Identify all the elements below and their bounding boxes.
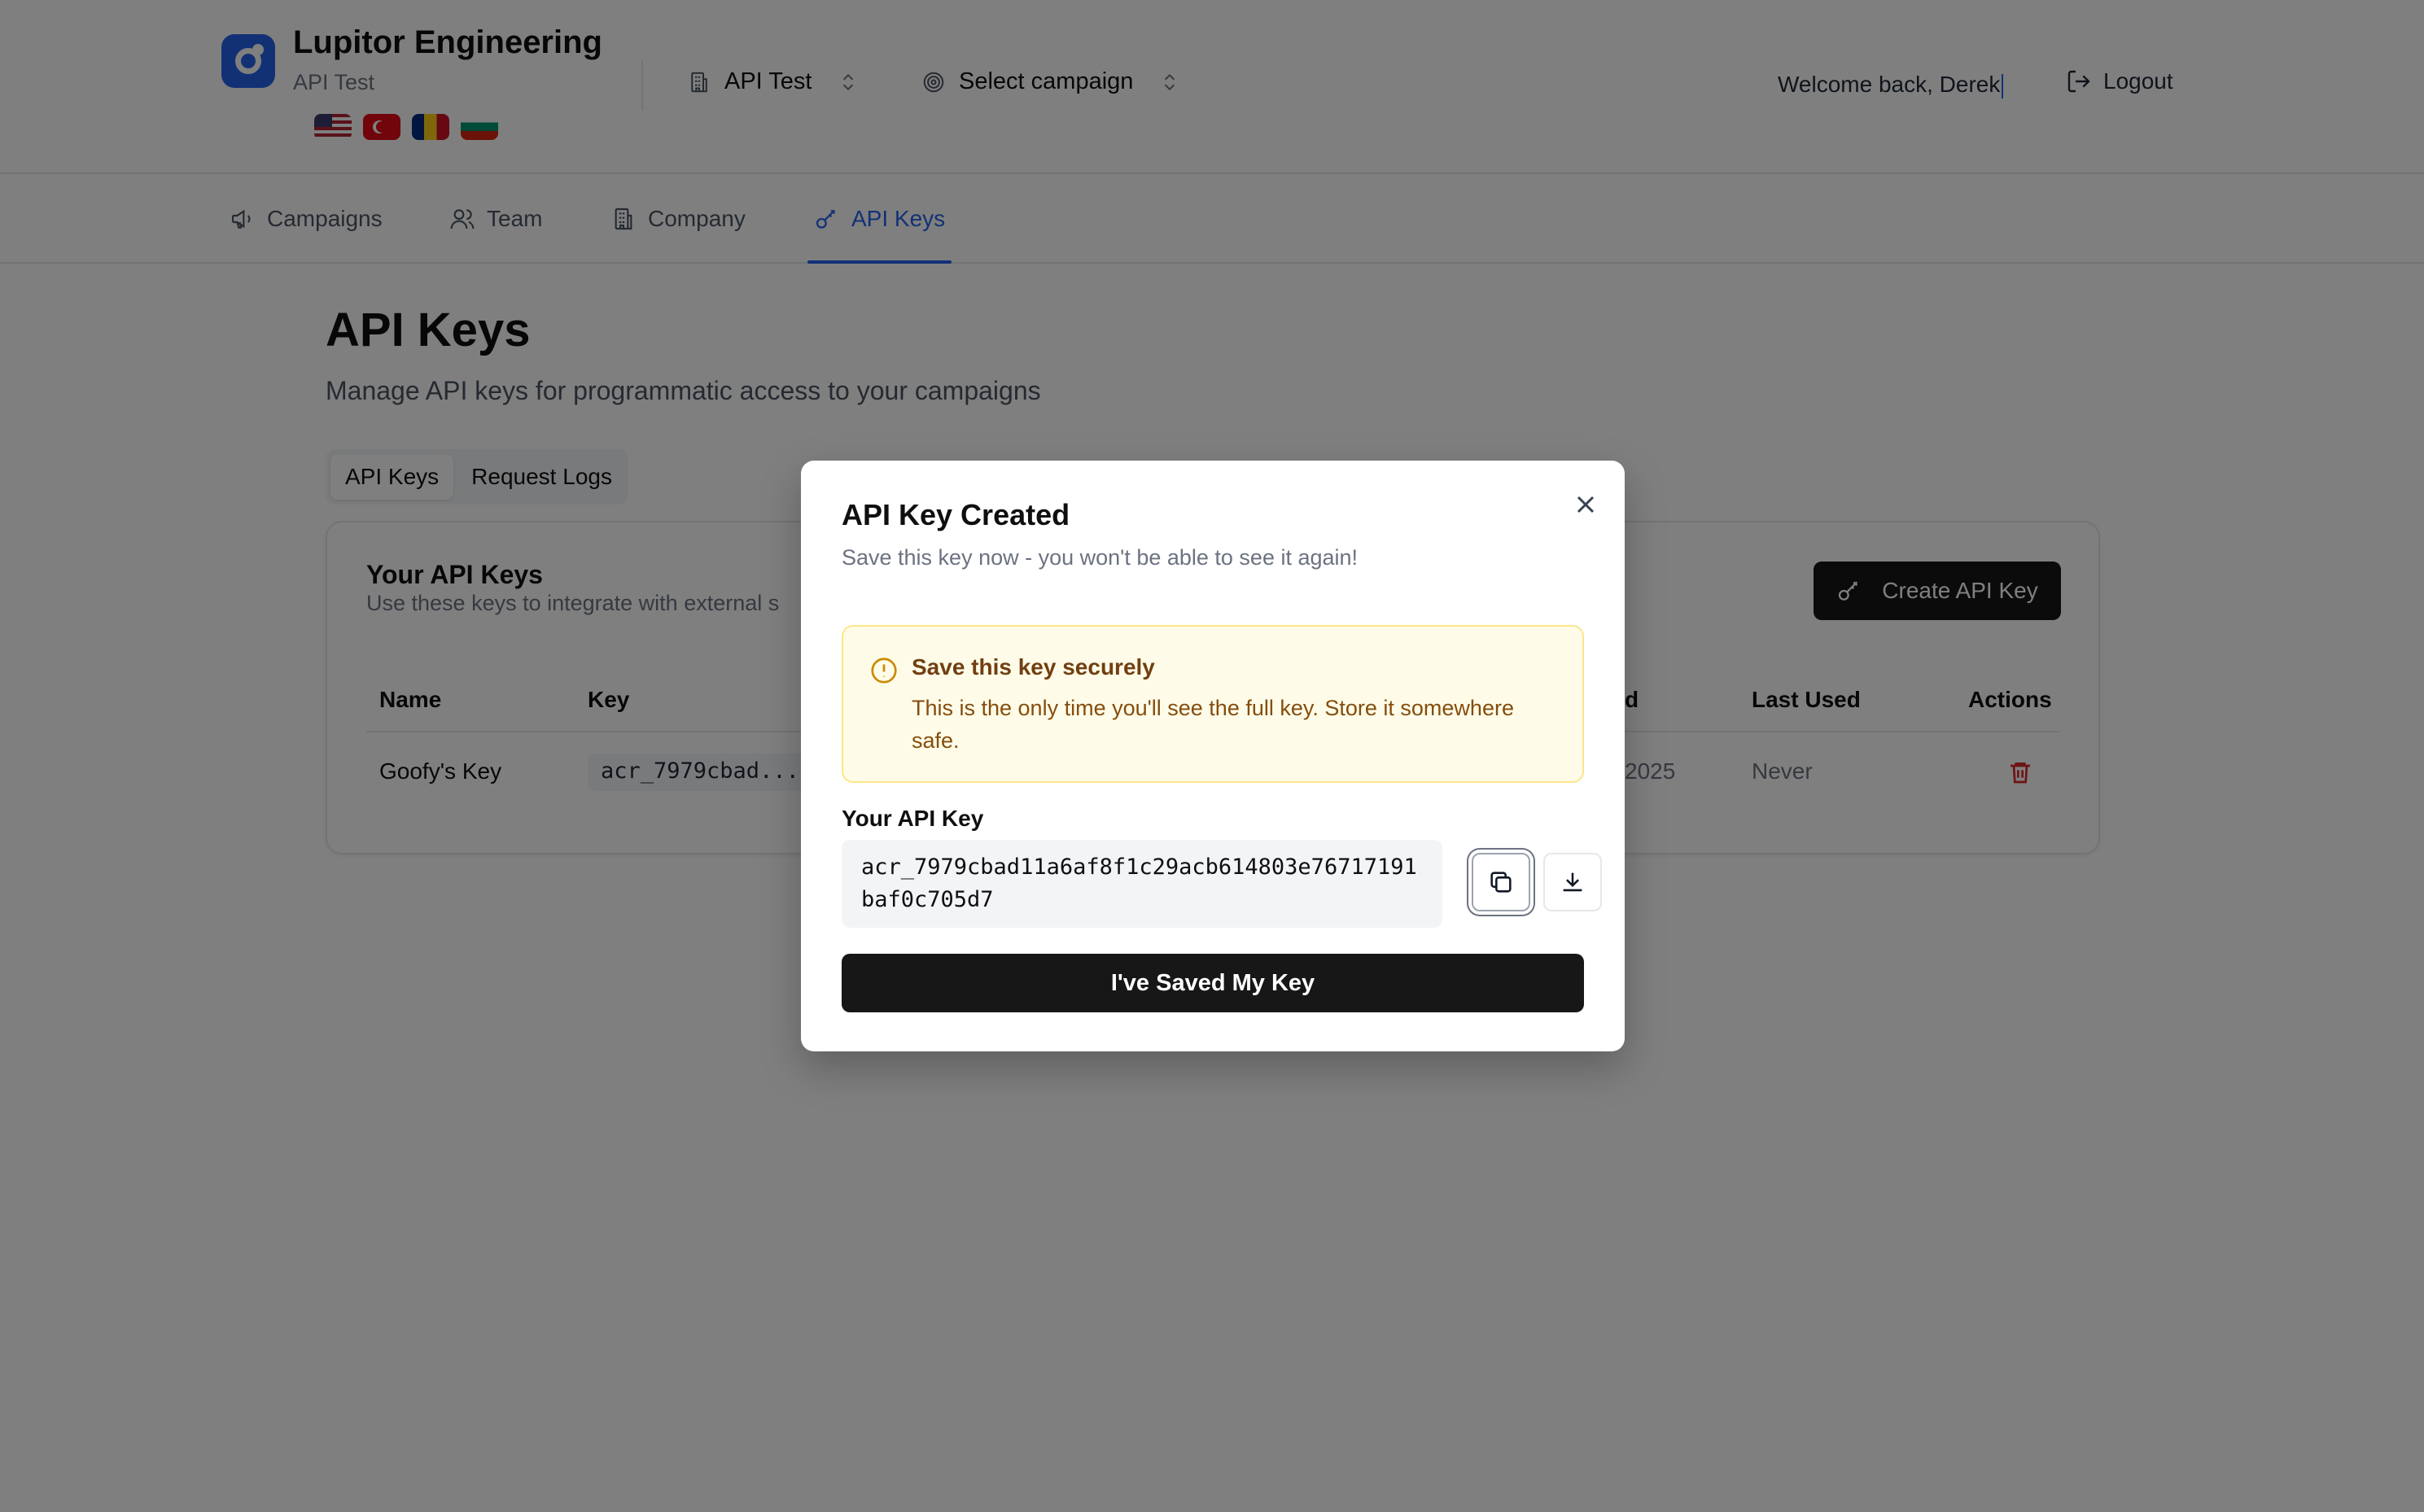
- close-icon[interactable]: [1571, 490, 1600, 519]
- api-key-value[interactable]: acr_7979cbad11a6af8f1c29acb614803e767171…: [842, 840, 1442, 928]
- security-warning-alert: Save this key securely This is the only …: [842, 625, 1584, 783]
- api-key-label: Your API Key: [842, 806, 984, 831]
- api-key-created-dialog: API Key Created Save this key now - you …: [801, 461, 1625, 1051]
- alert-circle-icon: [871, 658, 897, 684]
- warning-body: This is the only time you'll see the ful…: [912, 696, 1514, 753]
- page: Lupitor Engineering API Test API Test Se…: [0, 0, 2424, 1512]
- dialog-title: API Key Created: [842, 498, 1070, 531]
- dialog-description: Save this key now - you won't be able to…: [842, 545, 1359, 570]
- copy-icon: [1490, 872, 1512, 893]
- saved-my-key-button[interactable]: I've Saved My Key: [842, 954, 1584, 1012]
- download-icon: [1563, 872, 1582, 892]
- copy-key-button[interactable]: [1472, 853, 1530, 911]
- download-key-button[interactable]: [1543, 853, 1602, 911]
- warning-title: Save this key securely: [912, 654, 1155, 680]
